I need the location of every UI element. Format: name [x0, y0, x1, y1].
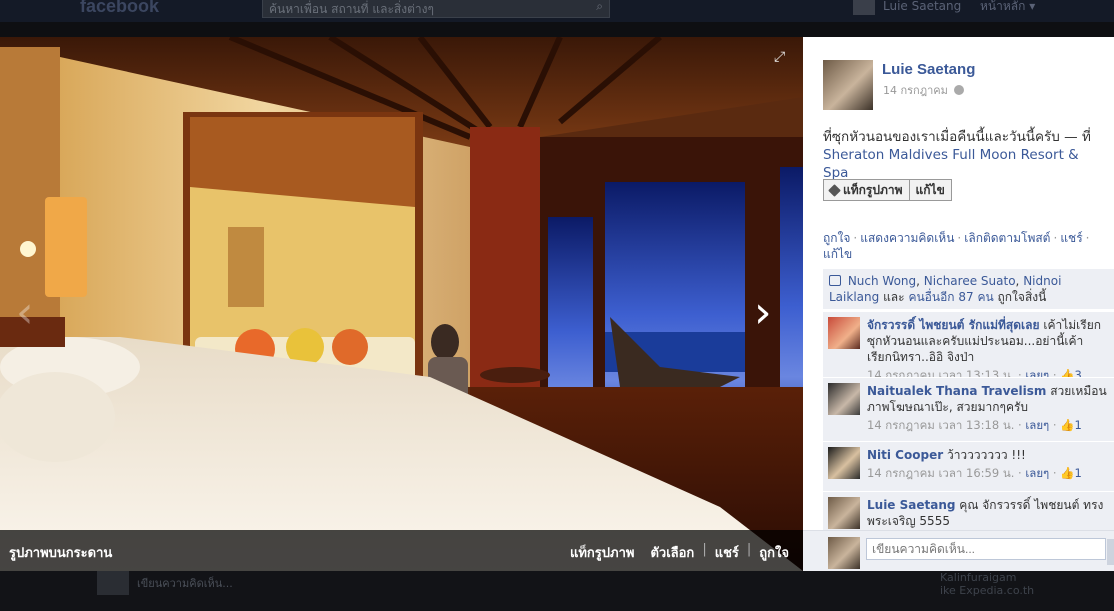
comment-author[interactable]: จักรวรรดิ์ ไพชยนต์ รักแม่ที่สุดเลย [867, 318, 1040, 332]
post-date-text[interactable]: 14 กรกฎาคม [883, 81, 948, 99]
search-placeholder: ค้นหาเพื่อน สถานที่ และสิ่งต่างๆ [269, 2, 434, 16]
thumbs-up-icon [829, 275, 841, 286]
scrollbar[interactable] [1107, 539, 1114, 565]
search-icon[interactable]: ⌕ [596, 0, 603, 14]
liker-link[interactable]: Nicharee Suato [924, 274, 1016, 288]
facebook-header: facebook ค้นหาเพื่อน สถานที่ และสิ่งต่าง… [0, 0, 1114, 22]
owner-avatar[interactable] [823, 60, 873, 110]
comment-author[interactable]: Naitualek Thana Travelism [867, 384, 1046, 398]
other-likers-link[interactable]: คนอื่นอีก 87 คน [908, 290, 993, 304]
dot-separator: · [1053, 231, 1058, 245]
tag-icon [828, 183, 841, 197]
background-avatar [97, 571, 129, 595]
photo-action-bar: รูปภาพบนกระดาน แท็กรูปภาพ ตัวเลือก | แชร… [0, 530, 803, 571]
post-caption: ที่ซุกหัวนอนของเราเมื่อคืนนี้และวันนี้คร… [823, 128, 1108, 182]
photo-actions: แท็กรูปภาพ ตัวเลือก | แชร์ | ถูกใจ [570, 542, 789, 563]
place-link[interactable]: Sheraton Maldives Full Moon Resort & Spa [823, 147, 1079, 181]
edit-label: แก้ไข [915, 182, 945, 197]
likes-summary: Nuch Wong, Nicharee Suato, Nidnoi Laikla… [823, 269, 1114, 309]
tag-photo-label: แท็กรูปภาพ [843, 182, 903, 197]
background-text-1: Kalinfuraigam [940, 571, 1017, 584]
like-action[interactable]: ถูกใจ [759, 542, 789, 563]
header-user-name: Luie Saetang [883, 0, 962, 13]
home-link[interactable]: หน้าหลัก ▾ [980, 0, 1035, 16]
commenter-avatar[interactable] [828, 317, 860, 349]
bedroom-photo [0, 37, 803, 571]
edit-button[interactable]: แก้ไข [909, 179, 952, 201]
dot-separator: · [1085, 231, 1090, 245]
previous-photo-arrow[interactable]: ‹ [16, 287, 34, 338]
home-label: หน้าหลัก [980, 0, 1026, 13]
commenter-avatar[interactable] [828, 497, 860, 529]
background-comment-row: เขียนความคิดเห็น... [97, 571, 233, 595]
facebook-logo[interactable]: facebook [80, 0, 159, 17]
comments-list: จักรวรรดิ์ ไพชยนต์ รักแม่ที่สุดเลย เค้าไ… [823, 311, 1114, 541]
comment-meta: 14 กรกฎาคม เวลา 16:59 น. · เลยๆ · 👍1 [867, 466, 1082, 480]
background-sidebar-text: Kalinfuraigam ike Expedia.co.th [940, 571, 1034, 597]
thumbs-up-icon: 👍 [1060, 466, 1075, 480]
separator: | [702, 542, 707, 557]
tag-photo-button[interactable]: แท็กรูปภาพ [823, 179, 910, 201]
tag-photo-action[interactable]: แท็กรูปภาพ [570, 542, 635, 563]
post-caption-text: ที่ซุกหัวนอนของเราเมื่อคืนนี้และวันนี้คร… [823, 129, 1091, 145]
search-input[interactable]: ค้นหาเพื่อน สถานที่ และสิ่งต่างๆ ⌕ [262, 0, 610, 18]
comment-item: Naitualek Thana Travelism สวยเหมือนภาพโฆ… [823, 377, 1114, 441]
globe-icon[interactable] [953, 85, 964, 95]
share-link[interactable]: แชร์ [1060, 231, 1082, 245]
liker-link[interactable]: Nuch Wong [848, 274, 916, 288]
header-user[interactable]: Luie Saetang [853, 0, 961, 15]
background-text-2: ike Expedia.co.th [940, 584, 1035, 597]
options-action[interactable]: ตัวเลือก [650, 542, 694, 563]
post-date: 14 กรกฎาคม [883, 81, 964, 99]
comment-time[interactable]: 14 กรกฎาคม เวลา 13:18 น. [867, 418, 1014, 432]
likes-and: และ [883, 290, 905, 304]
comment-item: จักรวรรดิ์ ไพชยนต์ รักแม่ที่สุดเลย เค้าไ… [823, 311, 1114, 382]
fullscreen-icon[interactable]: ⤢ [774, 49, 785, 65]
dot-separator: · [957, 231, 962, 245]
comment-time[interactable]: 14 กรกฎาคม เวลา 16:59 น. [867, 466, 1014, 480]
comment-link[interactable]: แสดงความคิดเห็น [860, 231, 954, 245]
album-link[interactable]: รูปภาพบนกระดาน [9, 542, 112, 563]
header-avatar [853, 0, 875, 15]
dot-separator: · [853, 231, 858, 245]
unfollow-link[interactable]: เลิกติดตามโพสต์ [964, 231, 1050, 245]
likes-suffix: ถูกใจสิ่งนี้ [997, 290, 1047, 304]
post-links: ถูกใจ · แสดงความคิดเห็น · เลิกติดตามโพสต์ · แช… [823, 230, 1108, 262]
photo-stage[interactable]: ‹ › ⤢ รูปภาพบนกระดาน แท็กรูปภาพ ตัวเลือก… [0, 37, 803, 571]
share-action[interactable]: แชร์ [715, 542, 739, 563]
thumbs-up-icon: 👍 [1060, 418, 1075, 432]
separator: | [746, 542, 752, 557]
commenter-avatar[interactable] [828, 447, 860, 479]
post-buttons: แท็กรูปภาพ แก้ไข [823, 179, 952, 201]
photo-info-panel: Luie Saetang 14 กรกฎาคม ที่ซุกหัวนอนของเ… [803, 37, 1114, 571]
comment-author[interactable]: Luie Saetang [867, 498, 955, 512]
comment-input[interactable] [866, 538, 1106, 560]
next-photo-arrow[interactable]: › [754, 287, 772, 338]
reply-avatar [828, 537, 860, 569]
unlike-link[interactable]: เลยๆ [1025, 418, 1049, 432]
comment-like-count[interactable]: 1 [1075, 418, 1082, 432]
reply-row [803, 530, 1114, 571]
comment-author[interactable]: Niti Cooper [867, 448, 943, 462]
unlike-link[interactable]: เลยๆ [1025, 466, 1049, 480]
comment-meta: 14 กรกฎาคม เวลา 13:18 น. · เลยๆ · 👍1 [867, 418, 1082, 432]
comment-item: Niti Cooper ว้าววววววว !!! 14 กรกฎาคม เว… [823, 441, 1114, 491]
edit-link[interactable]: แก้ไข [823, 247, 852, 261]
comment-text: ว้าววววววว !!! [946, 448, 1026, 462]
background-comment-placeholder: เขียนความคิดเห็น... [137, 577, 233, 590]
photo-viewer-page: facebook ค้นหาเพื่อน สถานที่ และสิ่งต่าง… [0, 0, 1114, 611]
comment-like-count[interactable]: 1 [1075, 466, 1082, 480]
owner-name[interactable]: Luie Saetang [882, 61, 975, 78]
commenter-avatar[interactable] [828, 383, 860, 415]
like-link[interactable]: ถูกใจ [823, 231, 850, 245]
